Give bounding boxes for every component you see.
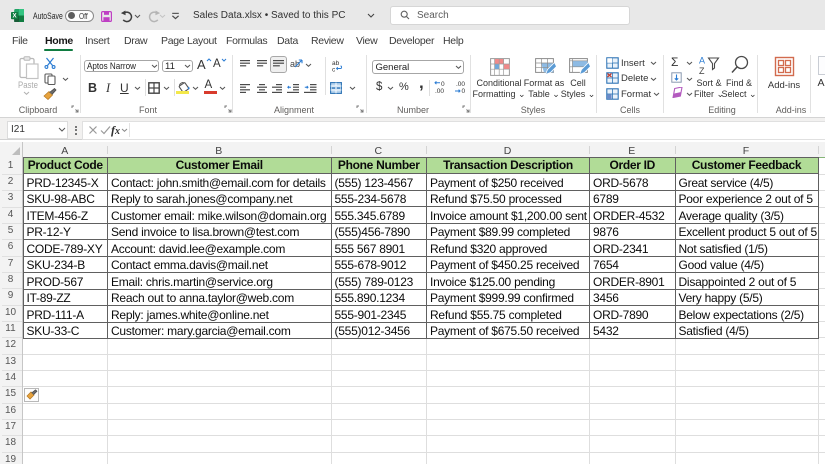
svg-text:0: 0	[441, 81, 445, 88]
svg-text:.00: .00	[435, 88, 444, 94]
svg-text:c: c	[332, 67, 336, 73]
svg-text:A: A	[699, 56, 705, 66]
svg-text:Z: Z	[699, 66, 705, 75]
